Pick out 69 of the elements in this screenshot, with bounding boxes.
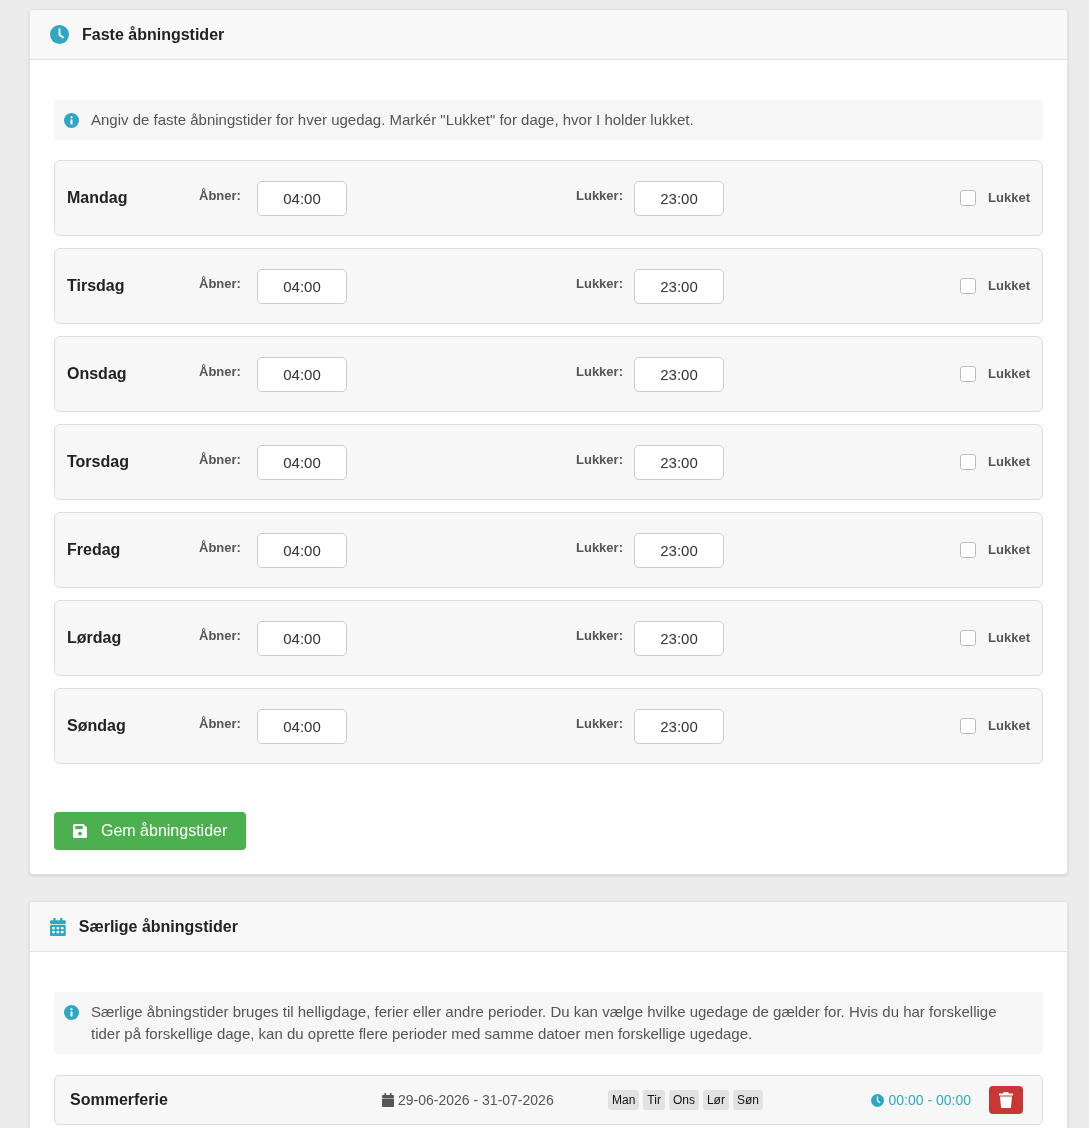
delete-button[interactable] bbox=[989, 1086, 1023, 1114]
time-input[interactable]: 23:00 bbox=[634, 356, 724, 392]
close-label: Lukker: bbox=[576, 715, 624, 734]
close-label: Lukker: bbox=[576, 451, 624, 470]
time-input[interactable]: 23:00 bbox=[634, 268, 724, 304]
time-input[interactable]: 04:00 bbox=[257, 532, 347, 568]
closed-label: Lukket bbox=[988, 277, 1030, 296]
open-label: Åbner: bbox=[199, 715, 242, 734]
closed-label: Lukket bbox=[988, 453, 1030, 472]
closed-label: Lukket bbox=[988, 365, 1030, 384]
time-input[interactable]: 04:00 bbox=[257, 268, 347, 304]
time-input[interactable]: 04:00 bbox=[257, 180, 347, 216]
checkbox[interactable] bbox=[960, 366, 977, 382]
period-dates: 29-06-2026 - 31-07-2026 bbox=[398, 1090, 554, 1110]
close-label: Lukker: bbox=[576, 275, 624, 294]
day-name: Lørdag bbox=[67, 628, 123, 648]
open-label: Åbner: bbox=[199, 275, 242, 294]
checkbox[interactable] bbox=[960, 278, 977, 294]
clock-icon bbox=[871, 1093, 885, 1107]
info-icon bbox=[64, 113, 79, 128]
weekday-tag: Tir bbox=[643, 1090, 665, 1110]
open-label: Åbner: bbox=[199, 363, 242, 382]
period-name: Sommerferie bbox=[70, 1090, 169, 1110]
checkbox[interactable] bbox=[960, 630, 977, 646]
close-label: Lukker: bbox=[576, 627, 624, 646]
clock-icon bbox=[50, 25, 69, 44]
open-label: Åbner: bbox=[199, 627, 242, 646]
weekday-tag: Man bbox=[608, 1090, 640, 1110]
checkbox[interactable] bbox=[960, 542, 977, 558]
closed-label: Lukket bbox=[988, 189, 1030, 208]
time-input[interactable]: 04:00 bbox=[257, 444, 347, 480]
checkbox[interactable] bbox=[960, 454, 977, 470]
open-label: Åbner: bbox=[199, 539, 242, 558]
card-title: Faste åbningstider bbox=[82, 24, 225, 45]
day-name: Fredag bbox=[67, 540, 122, 560]
day-name: Mandag bbox=[67, 188, 129, 208]
info-icon bbox=[64, 1005, 79, 1020]
day-name: Tirsdag bbox=[67, 276, 126, 296]
day-name: Søndag bbox=[67, 716, 127, 736]
period-time: 00:00 - 00:00 bbox=[888, 1090, 971, 1110]
time-input[interactable]: 23:00 bbox=[634, 532, 724, 568]
weekday-tag: Søn bbox=[732, 1090, 763, 1110]
closed-label: Lukket bbox=[988, 717, 1030, 736]
weekday-tag: Lør bbox=[702, 1090, 729, 1110]
trash-icon bbox=[999, 1092, 1013, 1108]
time-input[interactable]: 04:00 bbox=[257, 620, 347, 656]
checkbox[interactable] bbox=[960, 718, 977, 734]
closed-label: Lukket bbox=[988, 541, 1030, 560]
open-label: Åbner: bbox=[199, 187, 242, 206]
close-label: Lukker: bbox=[576, 363, 624, 382]
info-text: Særlige åbningstider bruges til helligdage, ferier eller andre perioder. Du kan vælge hvilke ugedage de gælder for. Hvis du har forskellige tider på forskellige dage, kan du oprette flere perioder med samme datoer men forskellige ugedage. bbox=[91, 1002, 998, 1044]
day-name: Onsdag bbox=[67, 364, 128, 384]
closed-label: Lukket bbox=[988, 629, 1030, 648]
calendar-icon bbox=[382, 1093, 394, 1107]
checkbox[interactable] bbox=[960, 190, 977, 206]
time-input[interactable]: 23:00 bbox=[634, 444, 724, 480]
time-input[interactable]: 23:00 bbox=[634, 180, 724, 216]
time-input[interactable]: 23:00 bbox=[634, 620, 724, 656]
day-name: Torsdag bbox=[67, 452, 130, 472]
time-input[interactable]: 04:00 bbox=[257, 356, 347, 392]
weekday-tag: Ons bbox=[668, 1090, 699, 1110]
info-text: Angiv de faste åbningstider for hver ugedag. Markér "Lukket" for dage, hvor I holder lukket. bbox=[91, 110, 694, 130]
time-input[interactable]: 23:00 bbox=[634, 708, 724, 744]
time-input[interactable]: 04:00 bbox=[257, 708, 347, 744]
card-title: Særlige åbningstider bbox=[78, 916, 238, 937]
close-label: Lukker: bbox=[576, 187, 624, 206]
close-label: Lukker: bbox=[576, 539, 624, 558]
open-label: Åbner: bbox=[199, 451, 242, 470]
calendar-icon bbox=[50, 917, 66, 936]
